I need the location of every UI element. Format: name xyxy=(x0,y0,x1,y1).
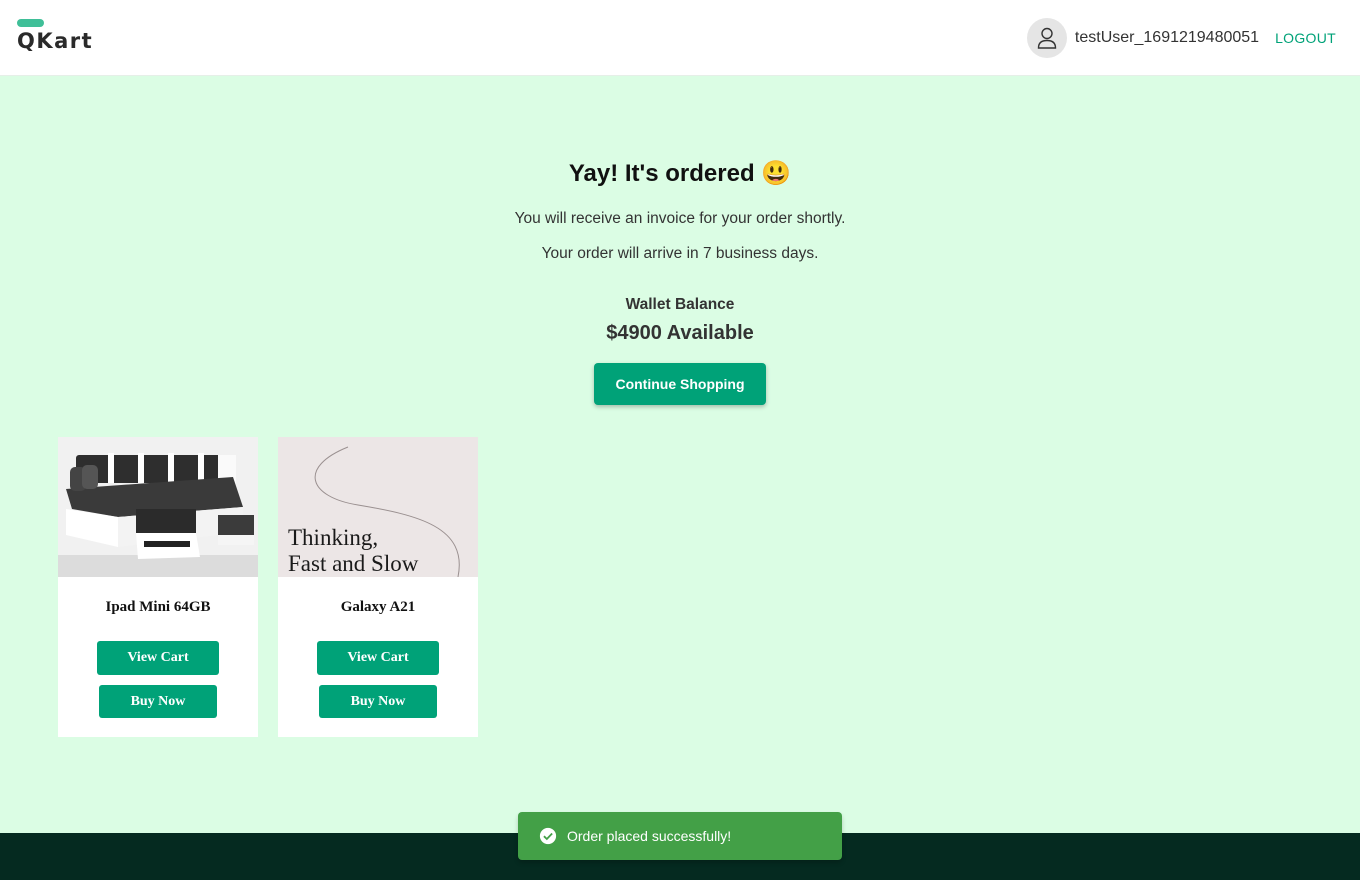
order-success-page: Yay! It's ordered 😃 You will receive an … xyxy=(0,76,1360,833)
user-area: testUser_1691219480051 LOGOUT xyxy=(1026,18,1336,58)
book-title-line1: Thinking, xyxy=(288,525,378,550)
book-cover-image[interactable]: Thinking, Fast and Slow xyxy=(278,437,478,577)
success-toast: Order placed successfully! xyxy=(518,812,842,860)
check-circle-icon xyxy=(539,827,557,845)
page-title: Yay! It's ordered 😃 xyxy=(568,160,792,187)
sofa-set-image[interactable] xyxy=(58,437,258,577)
qkart-logo[interactable]: QKart xyxy=(17,19,107,59)
wallet-balance-amount: $4900 Available xyxy=(606,322,754,344)
logo-text: QKart xyxy=(17,29,94,53)
product-name: Ipad Mini 64GB xyxy=(105,599,211,615)
logout-button[interactable]: LOGOUT xyxy=(1275,30,1336,46)
user-icon xyxy=(1026,18,1067,58)
buy-now-button[interactable]: Buy Now xyxy=(99,685,217,718)
product-card: Ipad Mini 64GB View Cart Buy Now xyxy=(58,437,258,737)
view-cart-button[interactable]: View Cart xyxy=(317,641,439,675)
product-name: Galaxy A21 xyxy=(340,599,416,615)
continue-shopping-button[interactable]: Continue Shopping xyxy=(594,363,766,405)
view-cart-button[interactable]: View Cart xyxy=(97,641,219,675)
book-title-line2: Fast and Slow xyxy=(288,551,419,576)
toast-message: Order placed successfully! xyxy=(567,828,732,844)
header: QKart testUser_1691219480051 LOGOUT xyxy=(0,0,1360,76)
logo-bar xyxy=(17,19,44,27)
invoice-message: You will receive an invoice for your ord… xyxy=(514,210,846,227)
username: testUser_1691219480051 xyxy=(1074,29,1260,46)
buy-now-button[interactable]: Buy Now xyxy=(319,685,437,718)
wallet-balance-label: Wallet Balance xyxy=(625,296,735,313)
delivery-message: Your order will arrive in 7 business day… xyxy=(541,245,819,262)
product-card: Thinking, Fast and Slow Galaxy A21 View … xyxy=(278,437,478,737)
